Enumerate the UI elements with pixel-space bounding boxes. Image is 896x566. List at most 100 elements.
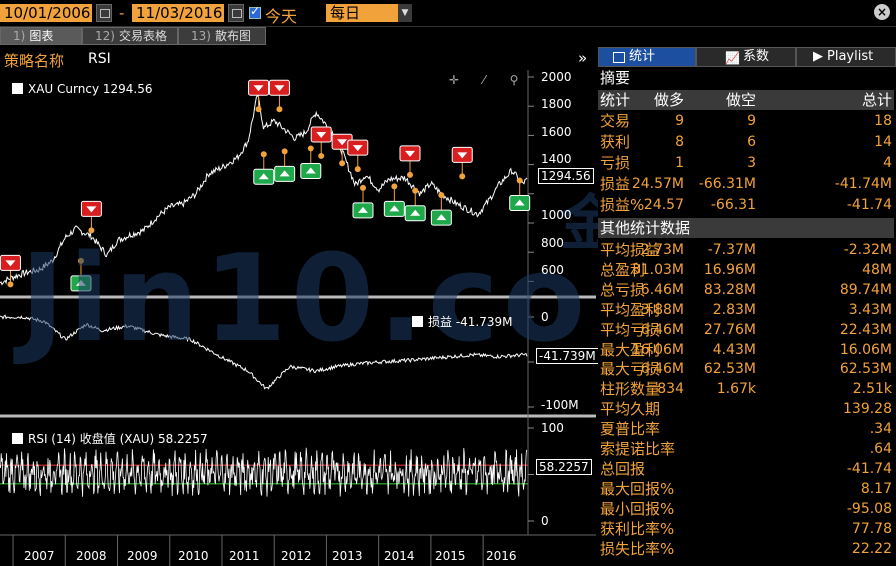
row-value: -95.08 (846, 500, 892, 517)
trade-point (359, 184, 366, 191)
row-value: 4 (883, 155, 892, 171)
y-tick-label: 1600 (541, 125, 572, 139)
stats-row: 总回报 -41.74 (598, 459, 894, 479)
row-value: 9 (747, 113, 756, 129)
stats-row: 平均亏损 6.46M 27.76M 22.43M (598, 320, 894, 340)
row-value: 16.06M (839, 341, 892, 358)
calendar-icon[interactable] (96, 4, 112, 22)
y-tick-label: 0 (541, 514, 549, 528)
x-tick-label: 2012 (281, 549, 312, 563)
row-label: 获利比率% (600, 519, 675, 538)
row-value: .64 (869, 441, 892, 457)
row-value: 83.28M (703, 281, 756, 298)
x-tick-label: 2013 (332, 549, 363, 563)
y-tick-label: 1000 (541, 208, 572, 222)
y-tick-label: 0 (541, 310, 549, 324)
stats-row: 平均损益 2.73M -7.37M -2.32M (598, 240, 894, 260)
stats-row: 总亏损 6.46M 83.28M 89.74M (598, 280, 894, 300)
summary-row: 交易 9 9 18 (598, 111, 894, 131)
trade-point (412, 187, 419, 194)
header-col: 做空 (725, 91, 756, 109)
row-value: -66.31M (698, 176, 756, 192)
row-label: 交易 (600, 112, 631, 130)
strategy-bar: 策略名称 RSI » (0, 46, 592, 70)
header-label: 统计 (600, 91, 631, 109)
row-label: 夏普比率 (600, 420, 661, 439)
tab-scatter[interactable]: 13) 散布图 (178, 27, 266, 45)
row-value: 62.53M (703, 361, 756, 378)
end-date-input[interactable]: 11/03/2016 (132, 4, 224, 22)
x-tick-label: 2010 (178, 549, 209, 563)
row-value: 3.88M (640, 301, 684, 318)
row-label: 损益 (600, 175, 631, 193)
x-tick-label: 2015 (435, 549, 466, 563)
calendar-icon[interactable] (228, 4, 244, 22)
row-value: 62.53M (839, 361, 892, 378)
row-label: 亏损 (600, 154, 631, 172)
stats-panel: 摘要 统计 做多 做空 总计 交易 9 9 18 获利 8 6 14 亏损 1 3 4 损益 24.57M -66.3… (598, 68, 896, 566)
tab-trade-table[interactable]: 12) 交易表格 (82, 27, 178, 45)
period-select[interactable]: 每日 (326, 4, 398, 22)
play-icon: ▶ (813, 49, 823, 64)
stats-row: 柱形数量 834 1.67k 2.51k (598, 379, 894, 399)
row-value: .34 (869, 421, 892, 438)
stats-row: 总盈利 31.03M 16.96M 48M (598, 260, 894, 280)
other-stats-label: 其他统计数据 (600, 219, 691, 237)
summary-row: 获利 8 6 14 (598, 132, 894, 152)
trade-point (307, 145, 314, 152)
today-label: 今天 (265, 7, 298, 26)
y-tick-label: 1800 (541, 97, 572, 111)
stats-row: 最大盈利 16.06M 4.43M 16.06M (598, 340, 894, 360)
date-toolbar: 10/01/2006 - 11/03/2016 今天 每日 ▼ × (0, 0, 896, 27)
row-value: 22.43M (839, 321, 892, 338)
x-tick-label: 2008 (76, 549, 107, 563)
x-tick-label: 2016 (486, 549, 517, 563)
tab-coefficients[interactable]: 📈 系数 (696, 47, 796, 67)
other-stats-title: 其他统计数据 (598, 218, 894, 238)
strategy-value: RSI (88, 51, 111, 67)
chevron-down-icon[interactable]: ▼ (398, 4, 412, 22)
price-legend: XAU Curncy 1294.56 (12, 82, 152, 96)
start-date-input[interactable]: 10/01/2006 (0, 4, 92, 22)
row-value: 3 (747, 155, 756, 171)
row-label: 损益% (600, 196, 645, 214)
row-value: 2.83M (712, 301, 756, 318)
row-value: 6.46M (640, 361, 684, 378)
tab-chart[interactable]: 1) 图表 (0, 27, 82, 45)
row-value: 834 (657, 381, 684, 398)
row-label: 获利 (600, 133, 631, 151)
strategy-label: 策略名称 (4, 52, 65, 70)
pnl-legend: 损益 -41.739M (412, 313, 513, 330)
expand-icon[interactable]: » (578, 49, 587, 67)
trade-point (459, 173, 466, 180)
row-value: 27.76M (703, 321, 756, 338)
trade-point (438, 192, 445, 199)
row-label: 总亏损 (600, 280, 646, 299)
tab-stats[interactable]: 统计 (598, 47, 696, 67)
zoom-icon[interactable]: ⚲ (504, 73, 524, 87)
summary-title: 摘要 (600, 69, 631, 87)
x-tick-label: 2011 (229, 549, 260, 563)
y-tick-label: 2000 (541, 70, 572, 84)
stats-row: 最小回报% -95.08 (598, 499, 894, 519)
row-value: 139.28 (843, 401, 892, 418)
row-value: 6 (747, 134, 756, 150)
row-value: 2.73M (640, 242, 684, 258)
row-value: 14 (874, 134, 892, 150)
row-value: 6.46M (640, 281, 684, 298)
tab-playlist[interactable]: ▶ Playlist (796, 47, 896, 67)
crosshair-icon[interactable]: ✛ (444, 73, 464, 87)
table-icon (613, 52, 625, 63)
trade-point (339, 160, 346, 167)
row-value: 4.43M (712, 341, 756, 358)
stats-row: 获利比率% 77.78 (598, 519, 894, 539)
close-icon[interactable]: × (874, 4, 890, 20)
trade-point (407, 171, 414, 178)
stats-tabs: 统计 📈 系数 ▶ Playlist (598, 47, 896, 67)
draw-line-icon[interactable]: ⁄ (474, 73, 494, 87)
row-value: -66.31 (710, 197, 756, 213)
today-checkbox[interactable] (249, 4, 261, 19)
stats-row: 最大回报% 8.17 (598, 479, 894, 499)
price-last-tag: 1294.56 (538, 168, 594, 184)
summary-header: 统计 做多 做空 总计 (598, 90, 894, 110)
